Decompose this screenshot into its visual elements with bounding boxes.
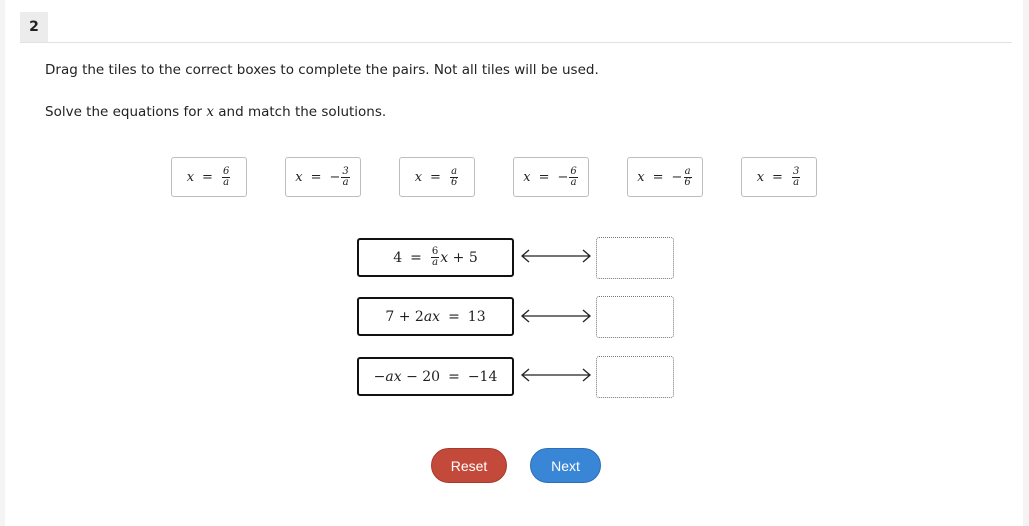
next-button[interactable]: Next (530, 448, 601, 483)
divider (20, 42, 1012, 43)
instruction-text: Drag the tiles to the correct boxes to c… (45, 62, 599, 78)
double-arrow-icon (521, 309, 591, 323)
equation-box: − ax − 20 = −14 (357, 357, 514, 396)
drop-target[interactable] (596, 237, 674, 279)
answer-tile[interactable]: x = − a 6 (627, 157, 703, 197)
answer-tile[interactable]: x = 3 a (741, 157, 817, 197)
double-arrow-icon (521, 368, 591, 382)
question-number: 2 (20, 12, 48, 42)
drop-target[interactable] (596, 296, 674, 338)
reset-button[interactable]: Reset (431, 448, 507, 483)
equation-box: 4 = 6 a x + 5 (357, 238, 514, 277)
answer-tile[interactable]: x = 6 a (171, 157, 247, 197)
drop-target[interactable] (596, 356, 674, 398)
answer-tile[interactable]: x = −3 a (285, 157, 361, 197)
prompt-text: Solve the equations for x and match the … (45, 104, 387, 120)
answer-tile[interactable]: x = −6 a (513, 157, 589, 197)
equation-box: 7 + 2 ax = 13 (357, 297, 514, 336)
answer-tile[interactable]: x = a 6 (399, 157, 475, 197)
question-panel: 2 Drag the tiles to the correct boxes to… (5, 0, 1023, 526)
double-arrow-icon (521, 249, 591, 263)
